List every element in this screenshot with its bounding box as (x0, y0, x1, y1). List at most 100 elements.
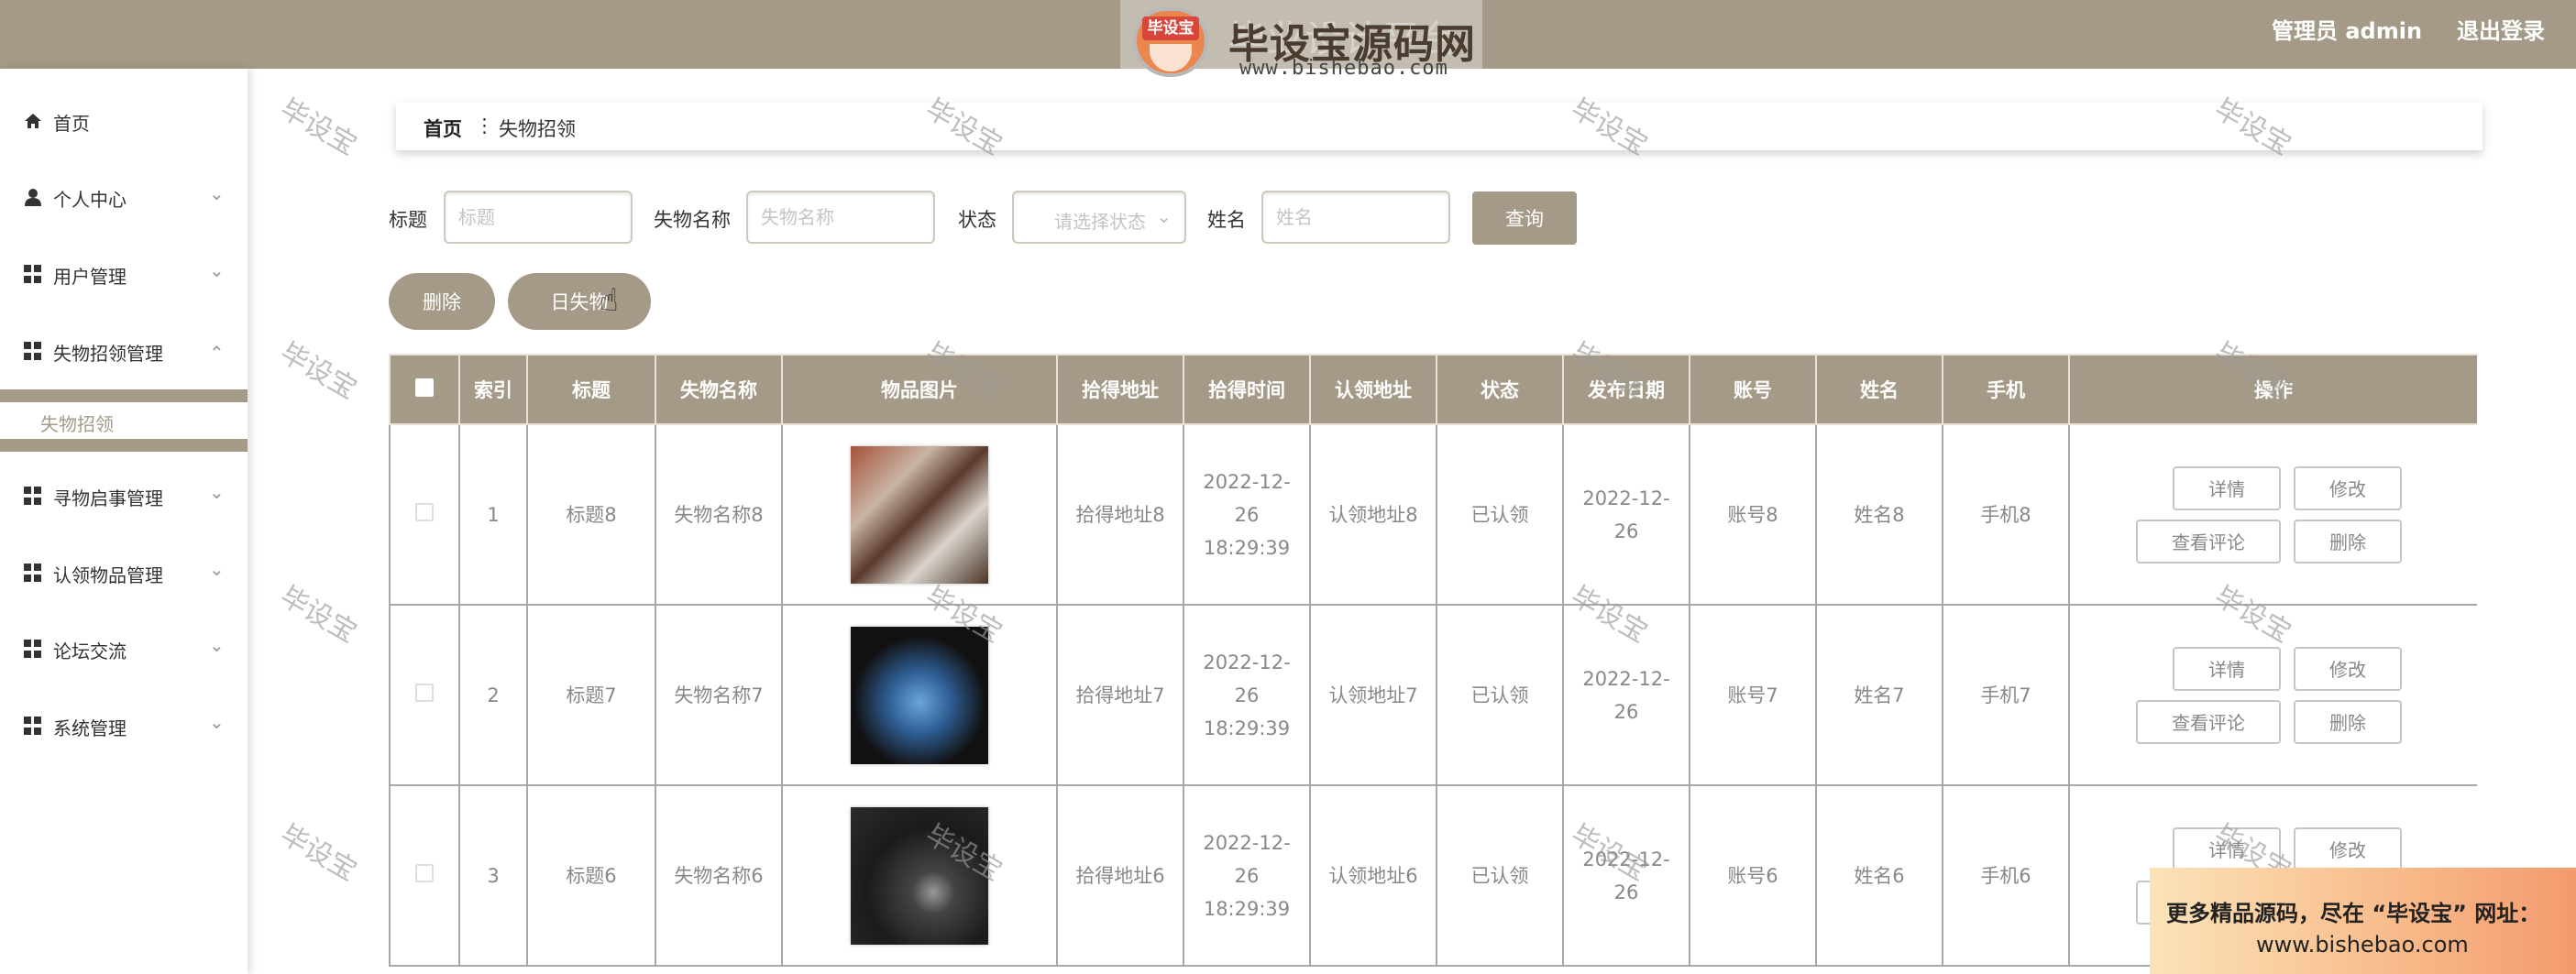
found-time-cell: 2022-12-26 18:29:39 (1183, 604, 1311, 786)
found-time-cell: 2022-12-26 18:29:39 (1183, 784, 1311, 967)
item-thumbnail[interactable] (851, 806, 988, 945)
watermark-text: 毕设宝 (274, 336, 362, 406)
grid-icon (24, 342, 42, 360)
name-filter-input[interactable] (1261, 191, 1450, 244)
sidebar-item-personal-center[interactable]: 个人中心 ⌄ (0, 179, 248, 215)
status-filter-placeholder: 请选择状态 (1054, 211, 1146, 233)
operations-cell: 详情 修改 查看评论 删除 (2068, 423, 2477, 606)
index-cell: 3 (458, 784, 528, 967)
edit-button[interactable]: 修改 (2294, 465, 2402, 510)
column-header: 认领地址 (1309, 354, 1437, 425)
sidebar-item-forum[interactable]: 论坛交流 ⌄ (0, 630, 248, 667)
edit-button[interactable]: 修改 (2294, 646, 2402, 691)
sidebar-item-lost-notice-management[interactable]: 寻物启事管理 ⌄ (0, 477, 248, 514)
detail-button[interactable]: 详情 (2173, 465, 2281, 510)
watermark-text: 毕设宝 (274, 818, 362, 888)
view-comments-button[interactable]: 查看评论 (2136, 699, 2281, 744)
found-time-cell: 2022-12-26 18:29:39 (1183, 423, 1311, 606)
column-header: 姓名 (1815, 354, 1943, 425)
select-all-header[interactable] (389, 354, 460, 425)
sidebar-item-label: 失物招领管理 (53, 343, 163, 365)
item-image-cell (781, 604, 1058, 786)
row-checkbox[interactable] (415, 863, 434, 882)
lost-item-button[interactable]: 日失物 (508, 273, 651, 330)
batch-delete-button[interactable]: 删除 (389, 273, 495, 330)
index-cell: 2 (458, 604, 528, 786)
promo-url: www.bishebao.com (2256, 932, 2469, 958)
row-select-cell[interactable] (389, 423, 460, 606)
watermark-logo-url: www.bishebao.com (1239, 57, 1448, 80)
status-filter-label: 状态 (958, 209, 996, 231)
claim-address-cell: 认领地址6 (1309, 784, 1437, 967)
detail-button[interactable]: 详情 (2173, 646, 2281, 691)
row-select-cell[interactable] (389, 784, 460, 967)
row-checkbox[interactable] (415, 683, 434, 702)
grid-icon (24, 265, 42, 283)
user-icon (25, 189, 41, 206)
column-header: 拾得时间 (1183, 354, 1311, 425)
row-select-cell[interactable] (389, 604, 460, 786)
promo-text: 更多精品源码，尽在 “毕设宝” 网址： (2166, 901, 2541, 926)
chevron-down-icon: ⌄ (209, 634, 225, 656)
breadcrumb-separator: ⋮ (475, 115, 494, 137)
column-header: 操作 (2068, 354, 2477, 425)
column-header: 拾得地址 (1056, 354, 1184, 425)
row-checkbox[interactable] (415, 502, 434, 521)
grid-icon (24, 487, 42, 505)
watermark-text: 毕设宝 (274, 93, 362, 162)
delete-button[interactable]: 删除 (2294, 519, 2402, 564)
account-cell: 账号6 (1689, 784, 1817, 967)
edit-button[interactable]: 修改 (2294, 826, 2402, 871)
user-label: 管理员 admin (2272, 18, 2423, 44)
grid-icon (24, 564, 42, 582)
logout-button[interactable]: 退出登录 (2457, 13, 2545, 45)
chevron-down-icon: ⌄ (209, 481, 225, 503)
chevron-up-icon: ⌃ (209, 342, 225, 364)
item-name-cell: 失物名称7 (655, 604, 783, 786)
submenu-band-top (0, 389, 248, 402)
mascot-icon: 毕设宝 (1133, 7, 1208, 77)
claim-address-cell: 认领地址7 (1309, 604, 1437, 786)
publish-date-cell: 2022-12-26 (1562, 784, 1690, 967)
sidebar-item-lost-found-management[interactable]: 失物招领管理 ⌃ (0, 333, 248, 369)
status-filter-select[interactable]: 请选择状态 ⌄ (1012, 191, 1186, 244)
title-filter-input[interactable] (444, 191, 633, 244)
sidebar: 首页 个人中心 ⌄ 用户管理 ⌄ 失物招领管理 ⌃ 失物招领 寻物启事管理 ⌄ … (0, 69, 248, 974)
publish-date-cell: 2022-12-26 (1562, 423, 1690, 606)
item-thumbnail[interactable] (851, 445, 988, 584)
sidebar-item-label: 用户管理 (53, 266, 127, 288)
sidebar-item-home[interactable]: 首页 (0, 103, 248, 139)
item-image-cell (781, 784, 1058, 967)
select-all-checkbox[interactable] (415, 378, 434, 397)
itemname-filter-input[interactable] (746, 191, 935, 244)
query-button[interactable]: 查询 (1472, 192, 1577, 245)
sidebar-item-user-management[interactable]: 用户管理 ⌄ (0, 256, 248, 292)
promo-banner[interactable]: 更多精品源码，尽在 “毕设宝” 网址： www.bishebao.com (2150, 868, 2576, 974)
sidebar-subitem-lost-found[interactable]: 失物招领 (0, 402, 248, 439)
delete-button[interactable]: 删除 (2294, 699, 2402, 744)
watermark-text: 毕设宝 (274, 580, 362, 650)
sidebar-item-claim-management[interactable]: 认领物品管理 ⌄ (0, 554, 248, 591)
chevron-down-icon: ⌄ (1156, 205, 1172, 227)
mascot-badge-text: 毕设宝 (1142, 16, 1199, 40)
item-image-cell (781, 423, 1058, 606)
title-cell: 标题8 (526, 423, 656, 606)
hand-cursor-icon: ☝ (600, 282, 619, 319)
sidebar-item-label: 系统管理 (53, 717, 127, 739)
name-cell: 姓名7 (1815, 604, 1943, 786)
status-cell: 已认领 (1436, 604, 1564, 786)
breadcrumb-home[interactable]: 首页 (424, 115, 462, 142)
column-header: 标题 (526, 354, 656, 425)
phone-cell: 手机7 (1942, 604, 2070, 786)
sidebar-subitem-label: 失物招领 (40, 413, 114, 435)
title-cell: 标题6 (526, 784, 656, 967)
detail-button[interactable]: 详情 (2173, 826, 2281, 871)
sidebar-item-label: 认领物品管理 (53, 564, 163, 586)
home-icon (25, 114, 41, 128)
sidebar-item-system-management[interactable]: 系统管理 ⌄ (0, 707, 248, 744)
found-address-cell: 拾得地址6 (1056, 784, 1184, 967)
view-comments-button[interactable]: 查看评论 (2136, 519, 2281, 564)
account-cell: 账号7 (1689, 604, 1817, 786)
item-thumbnail[interactable] (851, 626, 988, 764)
name-cell: 姓名8 (1815, 423, 1943, 606)
